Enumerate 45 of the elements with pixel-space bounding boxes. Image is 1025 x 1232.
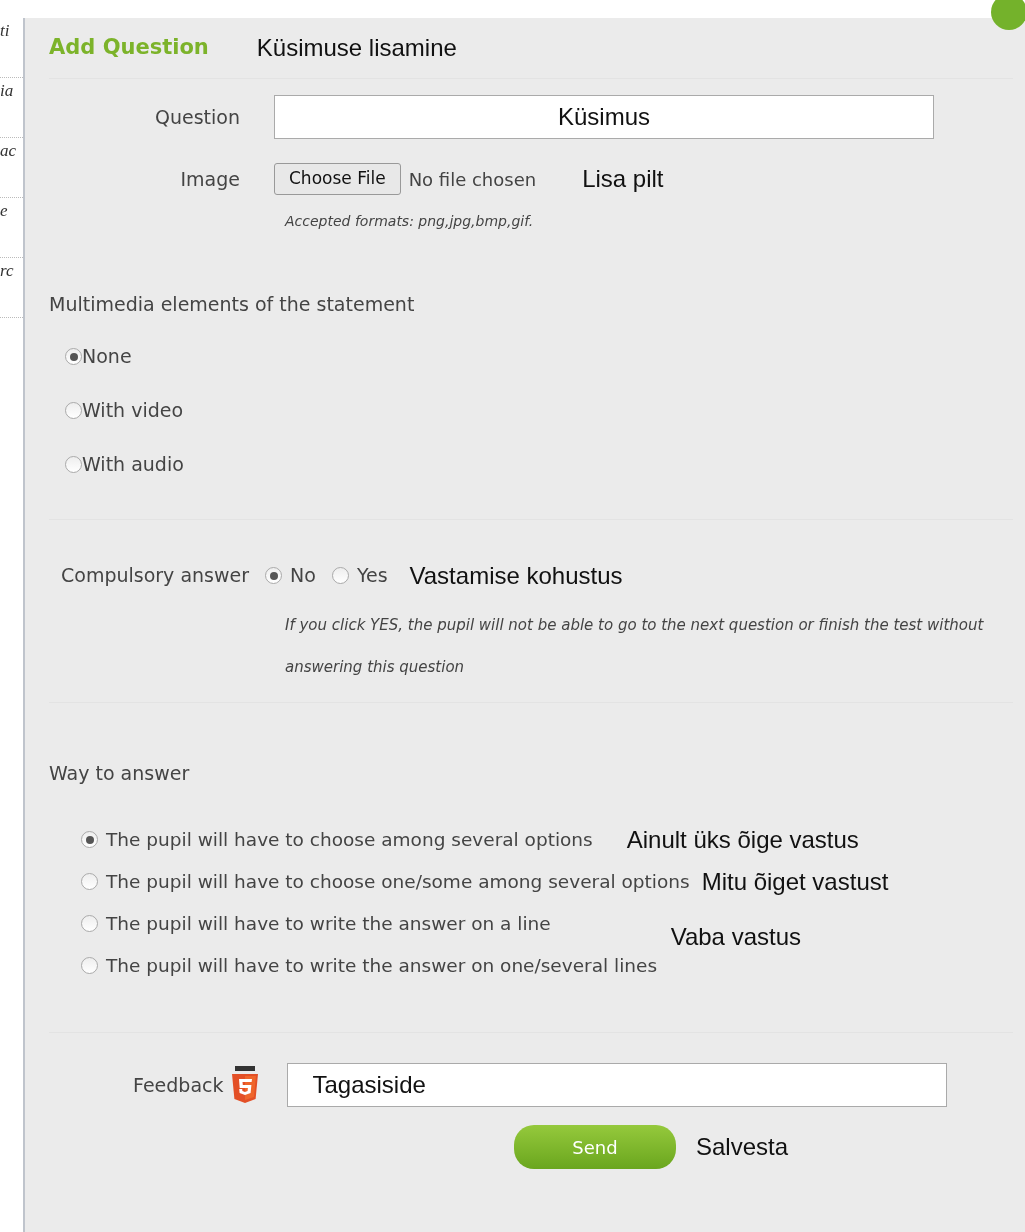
option-label: With audio [82, 452, 184, 478]
option-label: None [82, 344, 132, 370]
option-label: The pupil will have to choose one/some among several options [106, 869, 690, 894]
radio-button[interactable] [331, 567, 349, 584]
question-field[interactable]: Küsimus [274, 95, 934, 139]
annotation: Salvesta [696, 1132, 789, 1162]
option-label: The pupil will have to write the answer on one/several lines [106, 953, 658, 978]
annotation: Vaba vastus [670, 921, 801, 952]
field-label: Image [179, 166, 241, 192]
option-label: With video [82, 398, 184, 424]
radio-button[interactable] [81, 915, 98, 932]
text-fragment: rc [0, 258, 23, 318]
annotation: Ainult üks õige vastus [626, 824, 859, 855]
feedback-field[interactable]: Tagasiside [287, 1063, 948, 1107]
hint-text: If you click YES, the pupil will not be able to go to the next question or finish the test without answering this question [285, 614, 985, 678]
option-label: The pupil will have to write the answer on a line [106, 911, 551, 936]
radio-button[interactable] [65, 348, 82, 365]
radio-button[interactable] [65, 402, 82, 419]
close-button[interactable] [991, 0, 1025, 30]
annotation: Mitu õiget vastust [701, 866, 889, 897]
annotation: Küsimuse lisamine [256, 33, 457, 63]
radio-button[interactable] [265, 567, 283, 584]
option-label: Yes [356, 563, 388, 589]
text-fragment: ti [0, 18, 23, 78]
annotation: Vastamise kohustus [409, 560, 623, 591]
annotation: Lisa pilt [582, 164, 664, 194]
field-label: Compulsory answer [61, 563, 250, 589]
field-label: Feedback [133, 1072, 224, 1098]
section-label: Way to answer [49, 760, 191, 786]
radio-button[interactable] [81, 831, 98, 848]
radio-button[interactable] [65, 456, 82, 473]
text-fragment: ac [0, 138, 23, 198]
format-hint: Accepted formats: png,jpg,bmp,gif. [285, 212, 535, 231]
option-label: No [290, 563, 316, 589]
file-status: No file chosen [408, 167, 537, 192]
dialog-title: Add Question [49, 34, 209, 62]
field-label: Question [154, 104, 241, 130]
radio-button[interactable] [81, 873, 98, 890]
section-label: Multimedia elements of the statement [49, 292, 416, 317]
radio-button[interactable] [81, 957, 98, 974]
html5-icon [231, 1066, 260, 1104]
text-fragment: ia [0, 78, 23, 138]
text-fragment: e [0, 198, 23, 258]
choose-file-button[interactable]: Choose File [274, 163, 401, 195]
option-label: The pupil will have to choose among several options [106, 827, 593, 852]
